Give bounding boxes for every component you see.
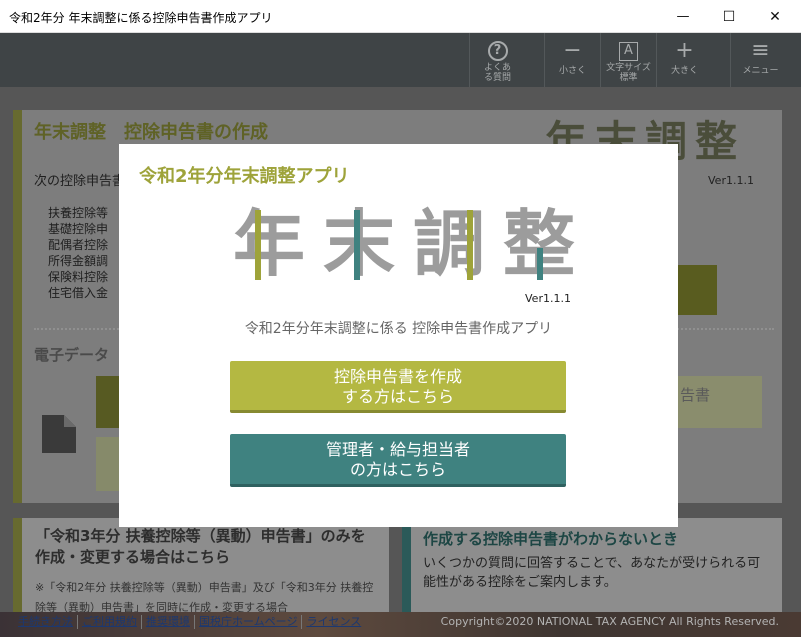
document-icon [42, 415, 76, 453]
left-info-card[interactable]: 「令和3年分 扶養控除等（異動）申告書」のみを作成・変更する場合はこちら ※「令… [13, 518, 389, 614]
menu-label: メニュー [742, 66, 779, 76]
footer-copyright: Copyright©2020 NATIONAL TAX AGENCY All R… [440, 615, 779, 628]
minimize-button[interactable]: — [660, 0, 706, 33]
list-item: 配偶者控除 [48, 238, 109, 252]
faq-label: よくある質問 [483, 63, 511, 83]
minus-icon: − [563, 38, 582, 63]
right-card-title: 作成する控除申告書がわからないとき [423, 530, 679, 548]
app-window: 令和2年分 年末調整に係る控除申告書作成アプリ — ☐ ✕ ? よくある質問 −… [0, 0, 801, 637]
font-size-indicator: A 文字サイズ 標準 [600, 33, 656, 87]
window-title: 令和2年分 年末調整に係る控除申告書作成アプリ [9, 11, 273, 25]
admin-button-line1: 管理者・給与担当者 [325, 440, 470, 459]
list-item: 基礎控除申 [48, 222, 109, 236]
plus-icon: + [675, 38, 694, 63]
faq-button[interactable]: ? よくある質問 [469, 33, 525, 87]
larger-font-button[interactable]: + 大きく [656, 33, 712, 87]
create-declaration-button[interactable]: 控除申告書を作成 する方はこちら [230, 361, 566, 413]
smaller-label: 小さく [558, 66, 586, 76]
create-button-line1: 控除申告書を作成 [333, 367, 462, 386]
dialog-title: 令和2年分年末調整アプリ [139, 166, 350, 187]
footer-link-terms[interactable]: ご利用規約 [78, 615, 142, 629]
font-size-icon: A [619, 41, 638, 61]
right-card-body: いくつかの質問に回答することで、あなたが受けられる可能性がある控除をご案内します… [423, 556, 761, 590]
right-info-card[interactable]: 作成する控除申告書がわからないとき いくつかの質問に回答することで、あなたが受け… [402, 518, 782, 612]
footer-link-nta-homepage[interactable]: 国税庁ホームページ [195, 615, 303, 629]
create-button-line2: する方はこちら [341, 387, 454, 406]
dialog-subtitle: 令和2年分年末調整に係る 控除申告書作成アプリ [244, 321, 553, 337]
section2-right-label: 告書 [680, 386, 711, 404]
minimize-icon: — [676, 9, 690, 24]
main-start-button[interactable] [676, 265, 717, 315]
hamburger-menu-icon: ≡ [751, 38, 770, 63]
maximize-icon: ☐ [722, 8, 736, 25]
main-version: Ver1.1.1 [708, 174, 754, 187]
dialog-logo: 年 末 調 整 [232, 202, 575, 286]
close-icon: ✕ [769, 8, 781, 25]
dialog-version: Ver1.1.1 [525, 292, 571, 305]
help-icon: ? [487, 41, 508, 61]
menu-button[interactable]: ≡ メニュー [730, 33, 790, 87]
footer-links: 手続き方法 ご利用規約 推奨環境 国税庁ホームページ ライセンス [14, 615, 365, 629]
footer-link-environment[interactable]: 推奨環境 [142, 615, 195, 629]
list-item: 保険料控除 [48, 270, 109, 284]
section2-right-button[interactable]: 告書 [676, 376, 762, 428]
list-item: 扶養控除等 [48, 206, 109, 220]
footer-link-license[interactable]: ライセンス [302, 615, 365, 629]
list-item: 住宅借入金 [48, 286, 109, 300]
footer-link-procedure[interactable]: 手続き方法 [14, 615, 78, 629]
smaller-font-button[interactable]: − 小さく [544, 33, 600, 87]
admin-payroll-button[interactable]: 管理者・給与担当者 の方はこちら [230, 434, 566, 487]
section2-title: 電子データ [34, 346, 110, 364]
start-dialog: 令和2年分年末調整アプリ 年 末 調 整 Ver1.1.1 令和2年分年末調整に… [119, 144, 678, 527]
list-item: 所得金額調 [48, 254, 109, 268]
section2-button[interactable] [96, 376, 120, 428]
main-intro: 次の控除申告書 [34, 174, 126, 189]
close-button[interactable]: ✕ [752, 0, 798, 33]
main-title: 年末調整 控除申告書の作成 [34, 122, 268, 143]
larger-label: 大きく [670, 66, 698, 76]
footer: 手続き方法 ご利用規約 推奨環境 国税庁ホームページ ライセンス Copyrig… [0, 612, 801, 637]
admin-button-line2: の方はこちら [349, 460, 446, 479]
font-size-label: 文字サイズ 標準 [606, 63, 651, 83]
main-item-list: 扶養控除等 基礎控除申 配偶者控除 所得金額調 保険料控除 住宅借入金 [48, 205, 108, 301]
maximize-button[interactable]: ☐ [706, 0, 752, 33]
title-bar: 令和2年分 年末調整に係る控除申告書作成アプリ — ☐ ✕ [0, 0, 801, 33]
left-card-title: 「令和3年分 扶養控除等（異動）申告書」のみを作成・変更する場合はこちら [35, 527, 366, 566]
